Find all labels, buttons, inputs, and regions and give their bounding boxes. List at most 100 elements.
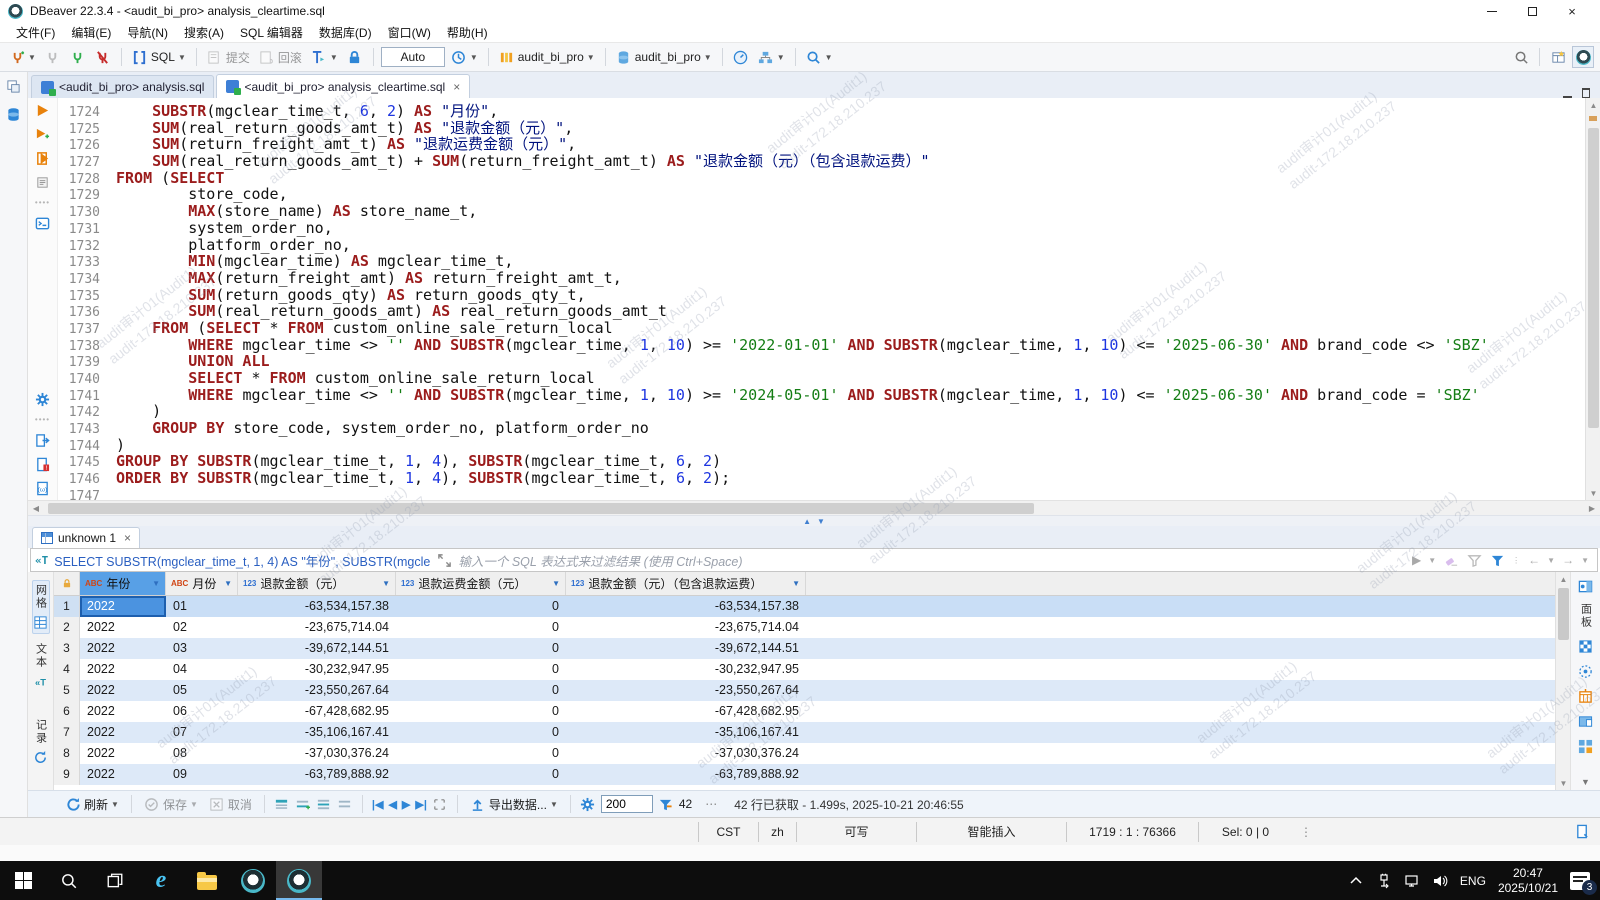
lock-button[interactable] [344, 47, 366, 67]
grid-settings-gear-icon[interactable] [580, 796, 596, 812]
filter-icon[interactable] [1489, 552, 1505, 568]
notifications-doc-icon[interactable] [1574, 824, 1590, 840]
search-button[interactable]: ▼ [803, 47, 836, 67]
file-word-wrap-icon[interactable]: (ω) [35, 480, 51, 496]
sidebar-item-grid-view-icon[interactable]: 网格 [31, 580, 50, 634]
open-perspective-icon[interactable] [1550, 49, 1566, 65]
close-button[interactable]: × [1552, 0, 1592, 22]
row-number[interactable]: 4 [54, 659, 80, 680]
grid-cell[interactable]: 2022 [80, 659, 166, 680]
code-line[interactable]: 1732 platform_order_no, [58, 236, 1585, 253]
grid-cell[interactable]: 07 [166, 722, 238, 743]
grouping-panel-icon[interactable] [1578, 663, 1594, 679]
value-viewer-icon[interactable] [1578, 638, 1594, 654]
column-header[interactable]: 123 退款金额（元） ▼ [238, 572, 396, 595]
network-tray-icon[interactable] [1404, 873, 1420, 889]
grid-cell[interactable]: -67,428,682.95 [566, 701, 806, 722]
column-dropdown-icon[interactable]: ▼ [382, 579, 390, 588]
taskbar-search-icon[interactable] [46, 861, 92, 900]
code-line[interactable]: 1726 SUM(return_freight_amt_t) AS "退款运费金… [58, 136, 1585, 153]
commit-button[interactable]: 提交 [204, 47, 253, 68]
column-dropdown-icon[interactable]: ▼ [152, 579, 160, 588]
grid-cell[interactable]: 02 [166, 617, 238, 638]
code-line[interactable]: 1730 MAX(store_name) AS store_name_t, [58, 203, 1585, 220]
menu-item[interactable]: 导航(N) [119, 22, 176, 43]
table-row[interactable]: 7 2022 07 -35,106,167.41 0 -35,106,167.41 [54, 722, 1555, 743]
tx-log-button[interactable]: ▼ [448, 47, 481, 67]
row-number[interactable]: 9 [54, 764, 80, 785]
editor-horizontal-scrollbar[interactable]: ◀ ▶ [28, 500, 1600, 515]
editor-results-splitter[interactable]: ▲ ▼ [28, 515, 1600, 526]
execute-script-icon[interactable] [35, 150, 51, 166]
scroll-down-icon[interactable]: ▼ [1586, 486, 1600, 500]
chevron-down-icon[interactable]: ▼ [1581, 556, 1589, 565]
row-number[interactable]: 6 [54, 701, 80, 722]
column-dropdown-icon[interactable]: ▼ [224, 579, 232, 588]
grid-cell[interactable]: -39,672,144.51 [566, 638, 806, 659]
close-results-icon[interactable]: × [124, 531, 131, 545]
code-line[interactable]: 1743 GROUP BY store_code, system_order_n… [58, 420, 1585, 437]
rollback-button[interactable]: 回滚 [256, 47, 305, 68]
scrollbar-thumb[interactable] [48, 502, 1034, 514]
connect-button[interactable]: ▼ [6, 47, 39, 67]
dashboard-button[interactable] [730, 47, 752, 67]
scroll-up-icon[interactable]: ▲ [1556, 572, 1571, 586]
grid-cell[interactable]: -39,672,144.51 [238, 638, 396, 659]
grid-cell[interactable]: 2022 [80, 722, 166, 743]
more-icon[interactable]: ⋯ [697, 797, 725, 811]
scroll-down-icon[interactable]: ▼ [1556, 776, 1571, 790]
grid-cell[interactable]: -37,030,376.24 [566, 743, 806, 764]
grid-cell[interactable]: -35,106,167.41 [566, 722, 806, 743]
scroll-left-icon[interactable]: ◀ [28, 504, 44, 513]
column-dropdown-icon[interactable]: ▼ [552, 579, 560, 588]
grid-cell[interactable]: 0 [396, 764, 566, 785]
menu-item[interactable]: SQL 编辑器 [232, 22, 311, 43]
file-explorer-icon[interactable] [184, 861, 230, 900]
collapse-down-icon[interactable]: ▼ [817, 517, 825, 526]
grid-vertical-scrollbar[interactable]: ▲ ▼ [1555, 572, 1570, 790]
table-row[interactable]: 6 2022 06 -67,428,682.95 0 -67,428,682.95 [54, 701, 1555, 722]
editor-tab[interactable]: <audit_bi_pro> analysis.sql [31, 75, 215, 98]
start-button[interactable] [0, 861, 46, 900]
grid-cell[interactable]: 08 [166, 743, 238, 764]
code-line[interactable]: 1728 FROM (SELECT [58, 169, 1585, 186]
results-tab[interactable]: unknown 1 × [32, 527, 141, 548]
internet-explorer-icon[interactable]: e [138, 861, 184, 900]
row-number[interactable]: 7 [54, 722, 80, 743]
filter-placeholder[interactable]: 输入一个 SQL 表达式来过滤结果 (使用 Ctrl+Space) [458, 551, 742, 570]
code-line[interactable]: 1729 store_code, [58, 186, 1585, 203]
chevron-down-icon[interactable]: ▼ [1428, 556, 1436, 565]
row-number[interactable]: 2 [54, 617, 80, 638]
code-line[interactable]: 1731 system_order_no, [58, 219, 1585, 236]
edit-value-icon[interactable] [274, 796, 290, 812]
sidebar-item-text-view-icon[interactable]: 文本 «T [33, 640, 49, 692]
code-line[interactable]: 1746 ORDER BY SUBSTR(mgclear_time_t, 1, 4… [58, 470, 1585, 487]
scrollbar-thumb[interactable] [1588, 128, 1599, 428]
grid-cell[interactable]: 2022 [80, 743, 166, 764]
next-row-icon[interactable]: ▶ [402, 798, 410, 811]
code-line[interactable]: 1739 UNION ALL [58, 353, 1585, 370]
grid-cell[interactable]: -63,789,888.92 [238, 764, 396, 785]
history-forward-icon[interactable]: → [1562, 553, 1574, 567]
erase-filter-icon[interactable] [1443, 552, 1459, 568]
code-line[interactable]: 1727 SUM(real_return_goods_amt_t) + SUM(… [58, 153, 1585, 170]
table-row[interactable]: 9 2022 09 -63,789,888.92 0 -63,789,888.92 [54, 764, 1555, 785]
grid-cell[interactable]: 0 [396, 680, 566, 701]
last-row-icon[interactable]: ▶| [415, 798, 427, 811]
code-line[interactable]: 1734 MAX(return_freight_amt) AS return_f… [58, 270, 1585, 287]
apply-filter-icon[interactable]: ▶ [1412, 553, 1421, 567]
grid-cell[interactable]: -35,106,167.41 [238, 722, 396, 743]
grid-cell[interactable]: 0 [396, 596, 566, 617]
usb-icon[interactable] [1376, 873, 1392, 889]
file-error-icon[interactable]: ! [35, 456, 51, 472]
action-center-icon[interactable]: 3 [1570, 871, 1597, 895]
scroll-right-icon[interactable]: ▶ [1584, 504, 1600, 513]
quick-search-icon[interactable] [1513, 49, 1529, 65]
execute-statement-icon[interactable] [35, 102, 51, 118]
database-navigator-icon[interactable] [6, 106, 22, 122]
code-line[interactable]: 1724 SUBSTR(mgclear_time_t, 6, 2) AS "月份… [58, 103, 1585, 120]
grid-cell[interactable]: -37,030,376.24 [238, 743, 396, 764]
dbeaver-taskbar-icon-active[interactable] [276, 861, 322, 900]
grid-cell[interactable]: 06 [166, 701, 238, 722]
code-line[interactable]: 1736 SUM(real_return_goods_amt) AS real_… [58, 303, 1585, 320]
